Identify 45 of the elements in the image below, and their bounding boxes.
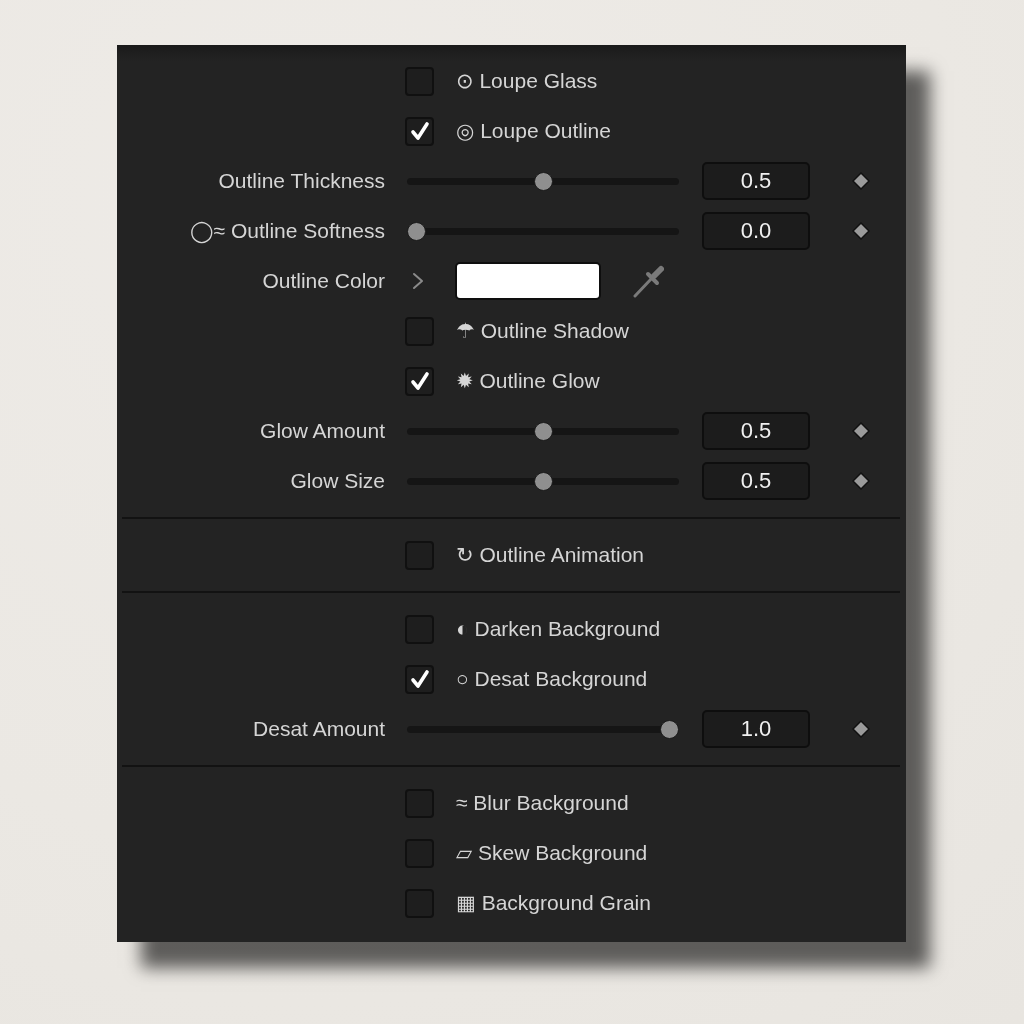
setting-label: ◯≈ Outline Softness bbox=[190, 219, 385, 243]
diamond-icon[interactable] bbox=[852, 720, 870, 738]
checkbox-label: ◎ Loupe Outline bbox=[456, 119, 611, 143]
value-field[interactable]: 0.5 bbox=[702, 462, 810, 500]
value-field[interactable]: 0.0 bbox=[702, 212, 810, 250]
setting-label: Glow Amount bbox=[260, 419, 385, 443]
slider-track[interactable] bbox=[407, 221, 679, 241]
slider-thumb[interactable] bbox=[533, 421, 553, 441]
diamond-icon[interactable] bbox=[852, 422, 870, 440]
checkbox-label: ☂ Outline Shadow bbox=[456, 319, 629, 343]
checkmark-icon bbox=[409, 121, 430, 141]
checkbox-label: ⊙ Loupe Glass bbox=[456, 69, 598, 93]
checkbox-label: ✹ Outline Glow bbox=[456, 369, 600, 393]
diamond-icon[interactable] bbox=[852, 472, 870, 490]
setting-label: Outline Color bbox=[262, 269, 385, 293]
slider-thumb[interactable] bbox=[533, 471, 553, 491]
checkmark-icon bbox=[409, 669, 430, 689]
checkbox[interactable] bbox=[405, 664, 434, 694]
checkbox[interactable] bbox=[405, 366, 434, 396]
checkbox-label: ○ Desat Background bbox=[456, 667, 648, 691]
chevron-icon[interactable] bbox=[412, 272, 424, 290]
checkbox-label: ≈ Blur Background bbox=[456, 791, 629, 815]
checkbox-label: ▱ Skew Background bbox=[456, 841, 648, 865]
checkbox[interactable] bbox=[405, 116, 434, 146]
slider-track[interactable] bbox=[407, 171, 679, 191]
setting-label: Outline Thickness bbox=[218, 169, 385, 193]
setting-label: Glow Size bbox=[290, 469, 385, 493]
checkbox-label: ▦ Background Grain bbox=[456, 891, 651, 915]
value-field[interactable]: 1.0 bbox=[702, 710, 810, 748]
diamond-icon[interactable] bbox=[852, 222, 870, 240]
diamond-icon[interactable] bbox=[852, 172, 870, 190]
value-field[interactable]: 0.5 bbox=[702, 412, 810, 450]
checkbox-label: ↻ Outline Animation bbox=[456, 543, 645, 567]
slider-thumb[interactable] bbox=[533, 171, 553, 191]
eyedropper-icon[interactable] bbox=[633, 264, 664, 298]
setting-label: Desat Amount bbox=[253, 717, 385, 741]
value-field[interactable]: 0.5 bbox=[702, 162, 810, 200]
slider-thumb[interactable] bbox=[407, 221, 426, 241]
slider-track[interactable] bbox=[407, 719, 679, 739]
color-swatch[interactable] bbox=[455, 262, 601, 300]
checkbox-label: ◐ Darken Background bbox=[456, 617, 661, 641]
checkmark-icon bbox=[409, 371, 430, 391]
slider-track[interactable] bbox=[407, 421, 679, 441]
slider-track[interactable] bbox=[407, 471, 679, 491]
slider-thumb[interactable] bbox=[660, 719, 679, 739]
